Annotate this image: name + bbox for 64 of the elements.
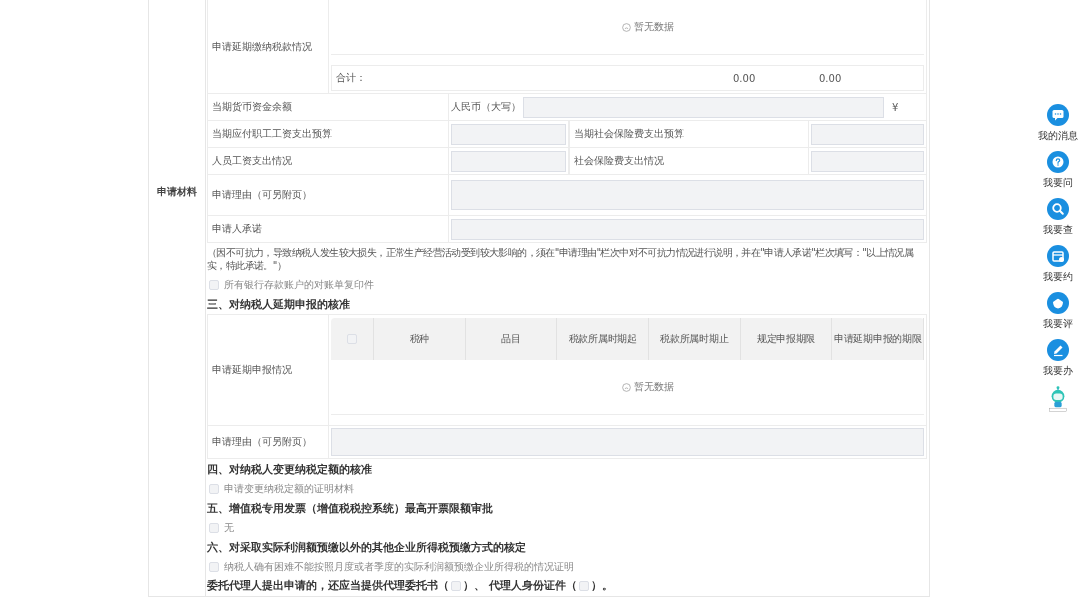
section-heading: 五、增值税专用发票（增值税税控系统）最高开票限额审批 xyxy=(207,501,494,516)
empty-icon xyxy=(621,382,631,392)
empty-icon xyxy=(621,22,631,32)
calendar-icon[interactable] xyxy=(1047,245,1069,267)
column-header: 税种 xyxy=(374,318,466,360)
menu-label[interactable]: 我的消息 xyxy=(1038,129,1078,143)
chat-icon[interactable] xyxy=(1047,104,1069,126)
section-heading: 六、对采取实际利润额预缴以外的其他企业所得税预缴方式的核定 xyxy=(207,540,527,555)
question-icon[interactable] xyxy=(1047,151,1069,173)
total-label: 合计： xyxy=(336,71,367,85)
row-label: 申请理由（可另附页） xyxy=(212,188,312,202)
unit-label: ¥ xyxy=(891,101,900,113)
checkbox[interactable] xyxy=(209,483,219,494)
currency-label: 人民币（大写） xyxy=(451,100,521,114)
agent-text: ）。 xyxy=(590,579,613,593)
input-field[interactable] xyxy=(331,428,924,456)
input-field[interactable] xyxy=(451,123,566,145)
column-header: 申请延期申报的期限 xyxy=(832,318,925,360)
row-label: 申请延期缴纳税款情况 xyxy=(212,39,312,54)
column-header: 规定申报期限 xyxy=(740,318,833,360)
total-value: 0.00 xyxy=(819,72,843,84)
robot-drawing[interactable] xyxy=(1047,386,1069,412)
note-text: （因不可抗力，导致纳税人发生较大损失，正常生产经营活动受到较大影响的，须在"申请理由"栏次中对不可抗力情况进行说明，并在"申请人承诺"栏次填写："以上情况属实，特此承诺。"） xyxy=(207,246,915,272)
checkbox-label: 所有银行存款账户的对账单复印件 xyxy=(224,277,374,292)
row-label: 当期社会保险费支出预算 xyxy=(574,127,684,141)
menu-label[interactable]: 我要评 xyxy=(1043,317,1073,331)
empty-text: 暂无数据 xyxy=(633,20,674,34)
checkbox[interactable] xyxy=(209,279,219,290)
row-label: 申请理由（可另附页） xyxy=(212,435,312,449)
menu-label[interactable]: 我要问 xyxy=(1043,176,1073,190)
input-field[interactable] xyxy=(811,150,924,172)
input-field[interactable] xyxy=(451,180,924,210)
section-heading: 四、对纳税人变更纳税定额的核准 xyxy=(207,462,373,477)
checkbox[interactable] xyxy=(578,581,589,591)
search-icon[interactable] xyxy=(1047,198,1069,220)
menu-label[interactable]: 我要查 xyxy=(1043,223,1073,237)
agent-text: 委托代理人提出申请的，还应当提供代理委托书（ xyxy=(207,579,449,593)
input-field[interactable] xyxy=(523,96,884,118)
input-field[interactable] xyxy=(451,150,566,172)
agent-text: ）、 代理人身份证件（ xyxy=(463,579,577,593)
column-header: 品目 xyxy=(465,318,558,360)
checkbox[interactable] xyxy=(451,581,461,591)
column-header: 税款所属时期止 xyxy=(649,318,741,360)
section-heading: 三、对纳税人延期申报的核准 xyxy=(207,297,351,312)
row-label: 当期货币资金余额 xyxy=(212,100,292,114)
checkbox-label: 纳税人确有困难不能按照月度或者季度的实际利润额预缴企业所得税的情况证明 xyxy=(224,559,574,574)
pencil-icon[interactable] xyxy=(1047,339,1069,361)
total-value: 0.00 xyxy=(733,72,757,84)
checkbox[interactable] xyxy=(209,522,219,533)
row-label: 社会保险费支出情况 xyxy=(574,154,664,168)
checkbox-label: 无 xyxy=(224,520,234,535)
row-label: 当期应付职工工资支出预算 xyxy=(212,127,332,141)
menu-label[interactable]: 我要办 xyxy=(1043,364,1073,378)
row-label: 申请人承诺 xyxy=(212,222,262,236)
checkbox-label: 申请变更纳税定额的证明材料 xyxy=(224,481,354,496)
menu-label[interactable]: 我要约 xyxy=(1043,270,1073,284)
checkbox[interactable] xyxy=(209,561,219,572)
column-header: 税款所属时期起 xyxy=(557,318,649,360)
side-label: 申请材料 xyxy=(157,185,197,199)
input-field[interactable] xyxy=(451,218,924,240)
empty-text: 暂无数据 xyxy=(633,380,674,394)
row-label: 人员工资支出情况 xyxy=(212,154,292,168)
input-field[interactable] xyxy=(811,123,924,145)
row-label: 申请延期申报情况 xyxy=(212,363,292,377)
